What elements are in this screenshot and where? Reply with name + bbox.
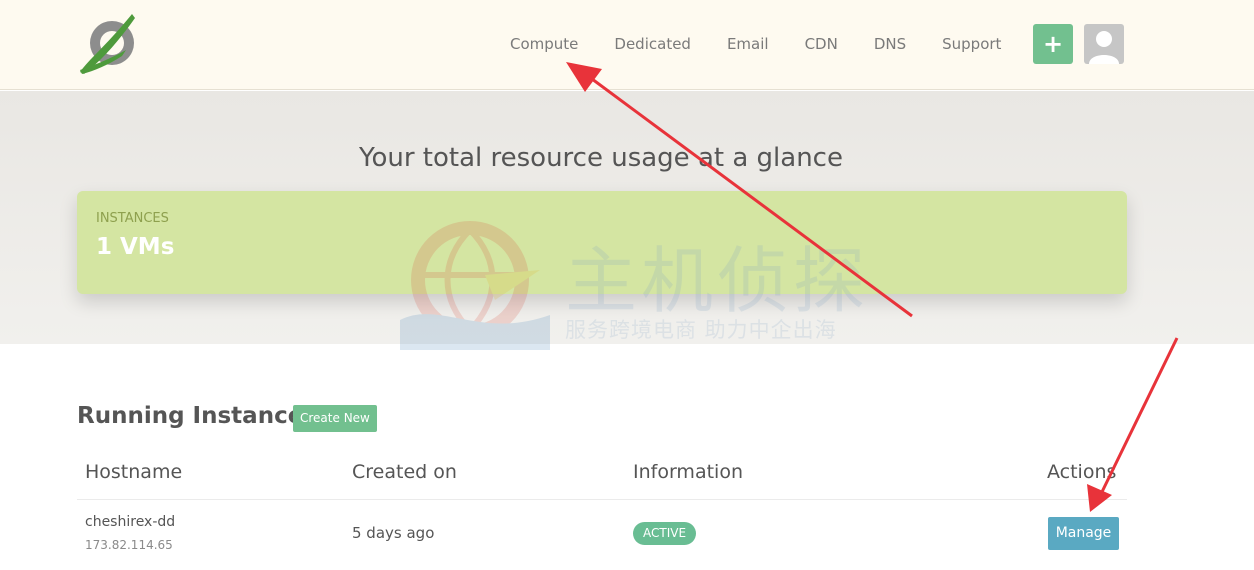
instance-ip: 173.82.114.65 [85,538,173,552]
status-badge: ACTIVE [633,522,697,545]
nav-compute[interactable]: Compute [492,35,596,53]
column-header-created[interactable]: Created on [352,461,457,483]
column-header-actions[interactable]: Actions [1047,461,1116,483]
usage-label: INSTANCES [96,211,169,226]
brand-logo[interactable] [78,10,142,74]
table-divider [77,499,1127,500]
usage-hero: Your total resource usage at a glance IN… [0,91,1254,344]
instance-created: 5 days ago [352,524,435,542]
nav-cdn[interactable]: CDN [787,35,856,53]
create-new-button[interactable]: Create New [293,405,377,432]
usage-value: 1 VMs [96,234,175,260]
nav-support[interactable]: Support [924,35,1019,53]
add-button[interactable]: + [1033,24,1073,64]
nav-email[interactable]: Email [709,35,787,53]
column-header-information[interactable]: Information [633,461,743,483]
top-header: Compute Dedicated Email CDN DNS Support … [0,0,1254,90]
column-header-hostname[interactable]: Hostname [85,461,182,483]
manage-button[interactable]: Manage [1048,517,1119,550]
instances-usage-card: INSTANCES 1 VMs [77,191,1127,294]
page-title: Your total resource usage at a glance [359,143,843,173]
section-title: Running Instances [77,403,317,429]
arrow-head-manage-icon [1087,484,1112,512]
user-icon [1089,31,1119,64]
instance-hostname[interactable]: cheshirex-dd [85,514,175,530]
plus-icon: + [1042,30,1064,58]
main-nav: Compute Dedicated Email CDN DNS Support [492,0,1019,88]
user-avatar[interactable] [1084,24,1124,64]
nav-dns[interactable]: DNS [856,35,924,53]
nav-dedicated[interactable]: Dedicated [596,35,709,53]
